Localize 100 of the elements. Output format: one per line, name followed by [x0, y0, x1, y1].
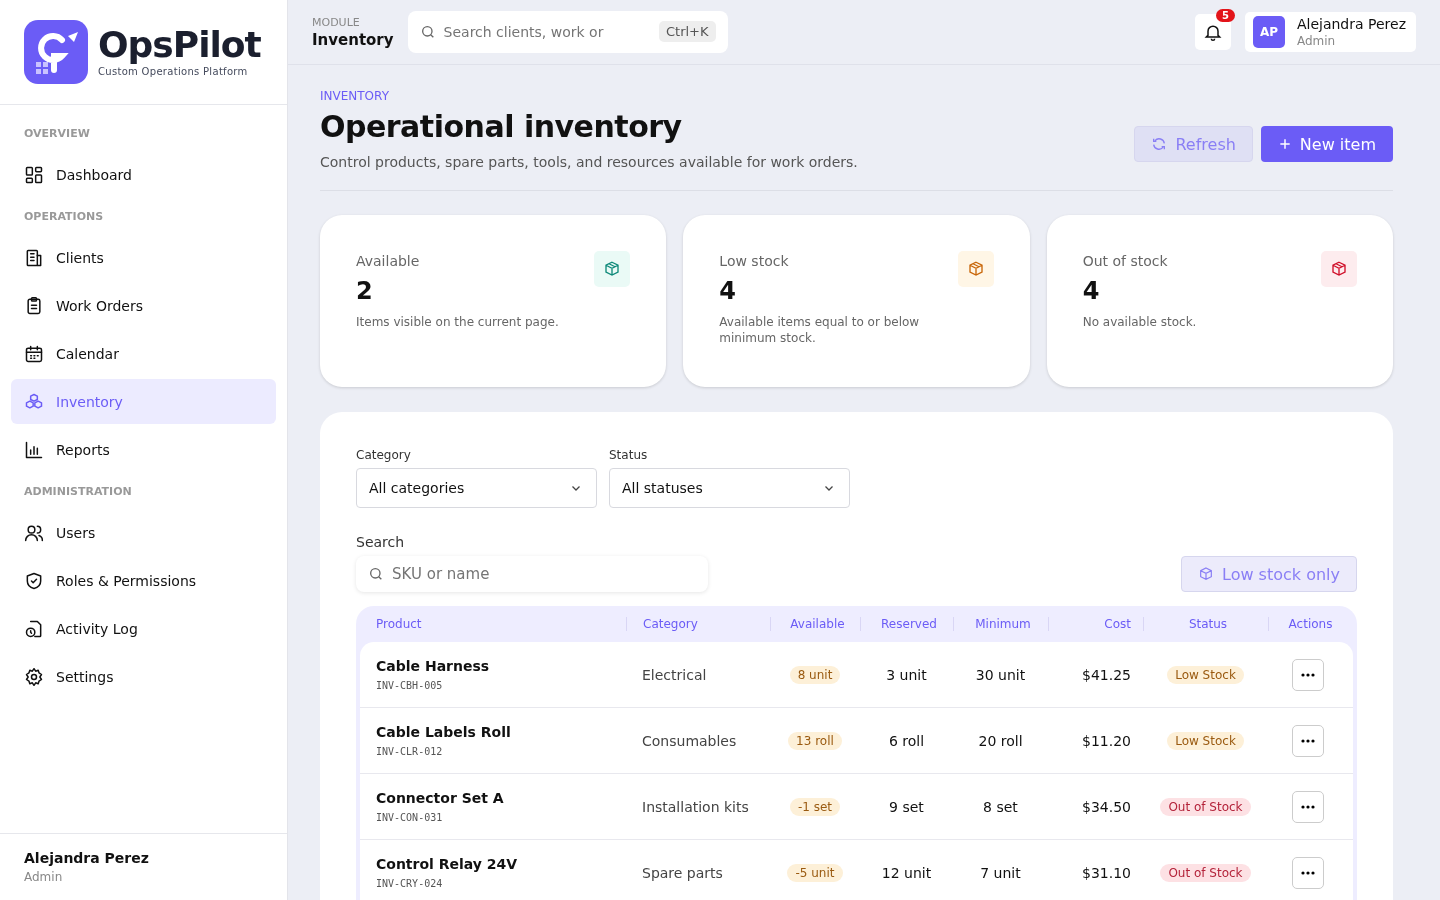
table-cell-text: $34.50: [1081, 798, 1132, 815]
user-menu[interactable]: AP Alejandra Perez Admin: [1244, 12, 1416, 52]
more-icon: [1301, 738, 1315, 743]
stat-value: 2: [356, 277, 374, 305]
available-pill: 8 unit: [789, 665, 841, 684]
sidebar-item[interactable]: Calendar: [11, 331, 276, 376]
box-icon: [1321, 251, 1357, 287]
stat-label: Low stock: [719, 253, 789, 269]
user-name: Alejandra Perez: [24, 850, 150, 866]
building-icon: [24, 247, 44, 268]
more-icon: [1301, 672, 1315, 677]
table-cell-text: $31.10: [1081, 864, 1132, 881]
product-name: Cable Labels Roll: [376, 724, 512, 740]
status-badge: Out of Stock: [1160, 797, 1251, 816]
sku-code: INV-CLR-012: [376, 746, 444, 757]
sku-code: INV-CBH-005: [376, 680, 444, 691]
cubes-icon: [24, 391, 44, 412]
grid-icon: [24, 164, 44, 185]
product-name: Connector Set A: [376, 790, 505, 806]
shield-icon: [24, 570, 44, 591]
stat-label: Available: [356, 253, 420, 269]
table-cell-text: Spare parts: [641, 864, 724, 881]
status-badge: Out of Stock: [1160, 863, 1251, 882]
stat-note: Available items equal to or below minimum stock.: [719, 315, 921, 347]
table-cell-text: Installation kits: [641, 798, 750, 815]
column-header: Actions: [1268, 617, 1348, 631]
table-cell-text: 3 unit: [885, 666, 928, 683]
stat-note: Items visible on the current page.: [356, 315, 560, 331]
column-header: Cost: [1048, 617, 1143, 631]
section-heading: OVERVIEW: [23, 126, 91, 142]
search-icon: [419, 24, 436, 40]
logo-icon: [24, 20, 88, 84]
stat-value: 4: [719, 277, 738, 305]
sku-code: INV-CON-031: [376, 812, 444, 823]
more-icon: [1301, 804, 1315, 809]
more-icon: [1301, 870, 1315, 875]
available-pill: -1 set: [789, 797, 841, 816]
more-button[interactable]: [1292, 658, 1324, 691]
sidebar-item[interactable]: Reports: [11, 427, 276, 472]
sidebar-item[interactable]: Users: [11, 510, 276, 555]
sidebar-item[interactable]: Inventory: [11, 379, 276, 424]
search-field[interactable]: SKU or name: [356, 556, 708, 592]
stat-value: 4: [1082, 277, 1101, 305]
table-cell-text: 12 unit: [880, 864, 933, 881]
brand-name: OpsPilot: [98, 27, 261, 63]
page-title: Operational inventory: [320, 109, 683, 144]
status-badge: Low Stock: [1167, 731, 1244, 750]
sidebar-item[interactable]: Dashboard: [11, 152, 276, 197]
page-subtitle: Control products, spare parts, tools, and resources available for work orders.: [320, 154, 858, 170]
box-icon: [1198, 566, 1214, 582]
table-cell-text: 30 unit: [974, 666, 1027, 683]
sidebar-item[interactable]: Roles & Permissions: [11, 558, 276, 603]
search-icon: [368, 566, 384, 582]
table-cell-text: 6 roll: [887, 732, 926, 749]
product-name: Control Relay 24V: [376, 856, 519, 872]
calendar-icon: [24, 343, 44, 364]
sku-code: INV-CRY-024: [376, 878, 444, 889]
field-label: Category: [356, 448, 412, 462]
table-cell-text: $11.20: [1081, 732, 1132, 749]
avatar: AP: [1252, 16, 1285, 48]
column-header: Reserved: [860, 617, 953, 631]
table-cell-text: 9 set: [888, 798, 925, 815]
column-header: Category: [626, 617, 770, 631]
column-header: Product: [375, 617, 423, 631]
more-button[interactable]: [1292, 856, 1324, 889]
user-name: Alejandra Perez: [1296, 16, 1406, 32]
sidebar-item[interactable]: Settings: [11, 654, 276, 699]
gear-icon: [24, 666, 44, 687]
table-cell-text: 7 unit: [979, 864, 1022, 881]
document-clock-icon: [24, 618, 44, 639]
page-eyebrow: INVENTORY: [320, 89, 390, 103]
available-pill: 13 roll: [788, 731, 842, 750]
category-dropdown[interactable]: All categories: [356, 468, 597, 508]
column-header: Minimum: [953, 617, 1048, 631]
sidebar-item[interactable]: Clients: [11, 235, 276, 280]
table-cell-text: Consumables: [641, 732, 738, 749]
brand-tagline: Custom Operations Platform: [98, 66, 249, 77]
sidebar-item[interactable]: Activity Log: [11, 606, 276, 651]
refresh-icon: [1151, 136, 1168, 152]
more-button[interactable]: [1292, 724, 1324, 757]
more-button[interactable]: [1292, 790, 1324, 823]
column-header: Available: [770, 617, 860, 631]
notification-badge: 5: [1215, 9, 1235, 22]
status-badge: Low Stock: [1167, 665, 1244, 684]
field-label: Status: [609, 448, 649, 462]
status-dropdown[interactable]: All statuses: [609, 468, 850, 508]
section-heading: OPERATIONS: [23, 209, 105, 225]
user-role: Admin: [24, 870, 64, 884]
plus-icon: [1277, 137, 1292, 151]
bar-chart-icon: [24, 439, 44, 460]
user-role: Admin: [1296, 34, 1337, 48]
section-heading: ADMINISTRATION: [23, 484, 133, 500]
box-icon: [594, 251, 631, 287]
table-cell-text: $41.25: [1081, 666, 1132, 683]
available-pill: -5 unit: [787, 863, 843, 882]
module-name: Inventory: [312, 30, 394, 49]
sidebar-item[interactable]: Work Orders: [11, 283, 276, 328]
field-label: Search: [356, 534, 406, 550]
new-item-button[interactable]: New item: [1260, 126, 1393, 162]
column-header: Status: [1143, 617, 1268, 631]
